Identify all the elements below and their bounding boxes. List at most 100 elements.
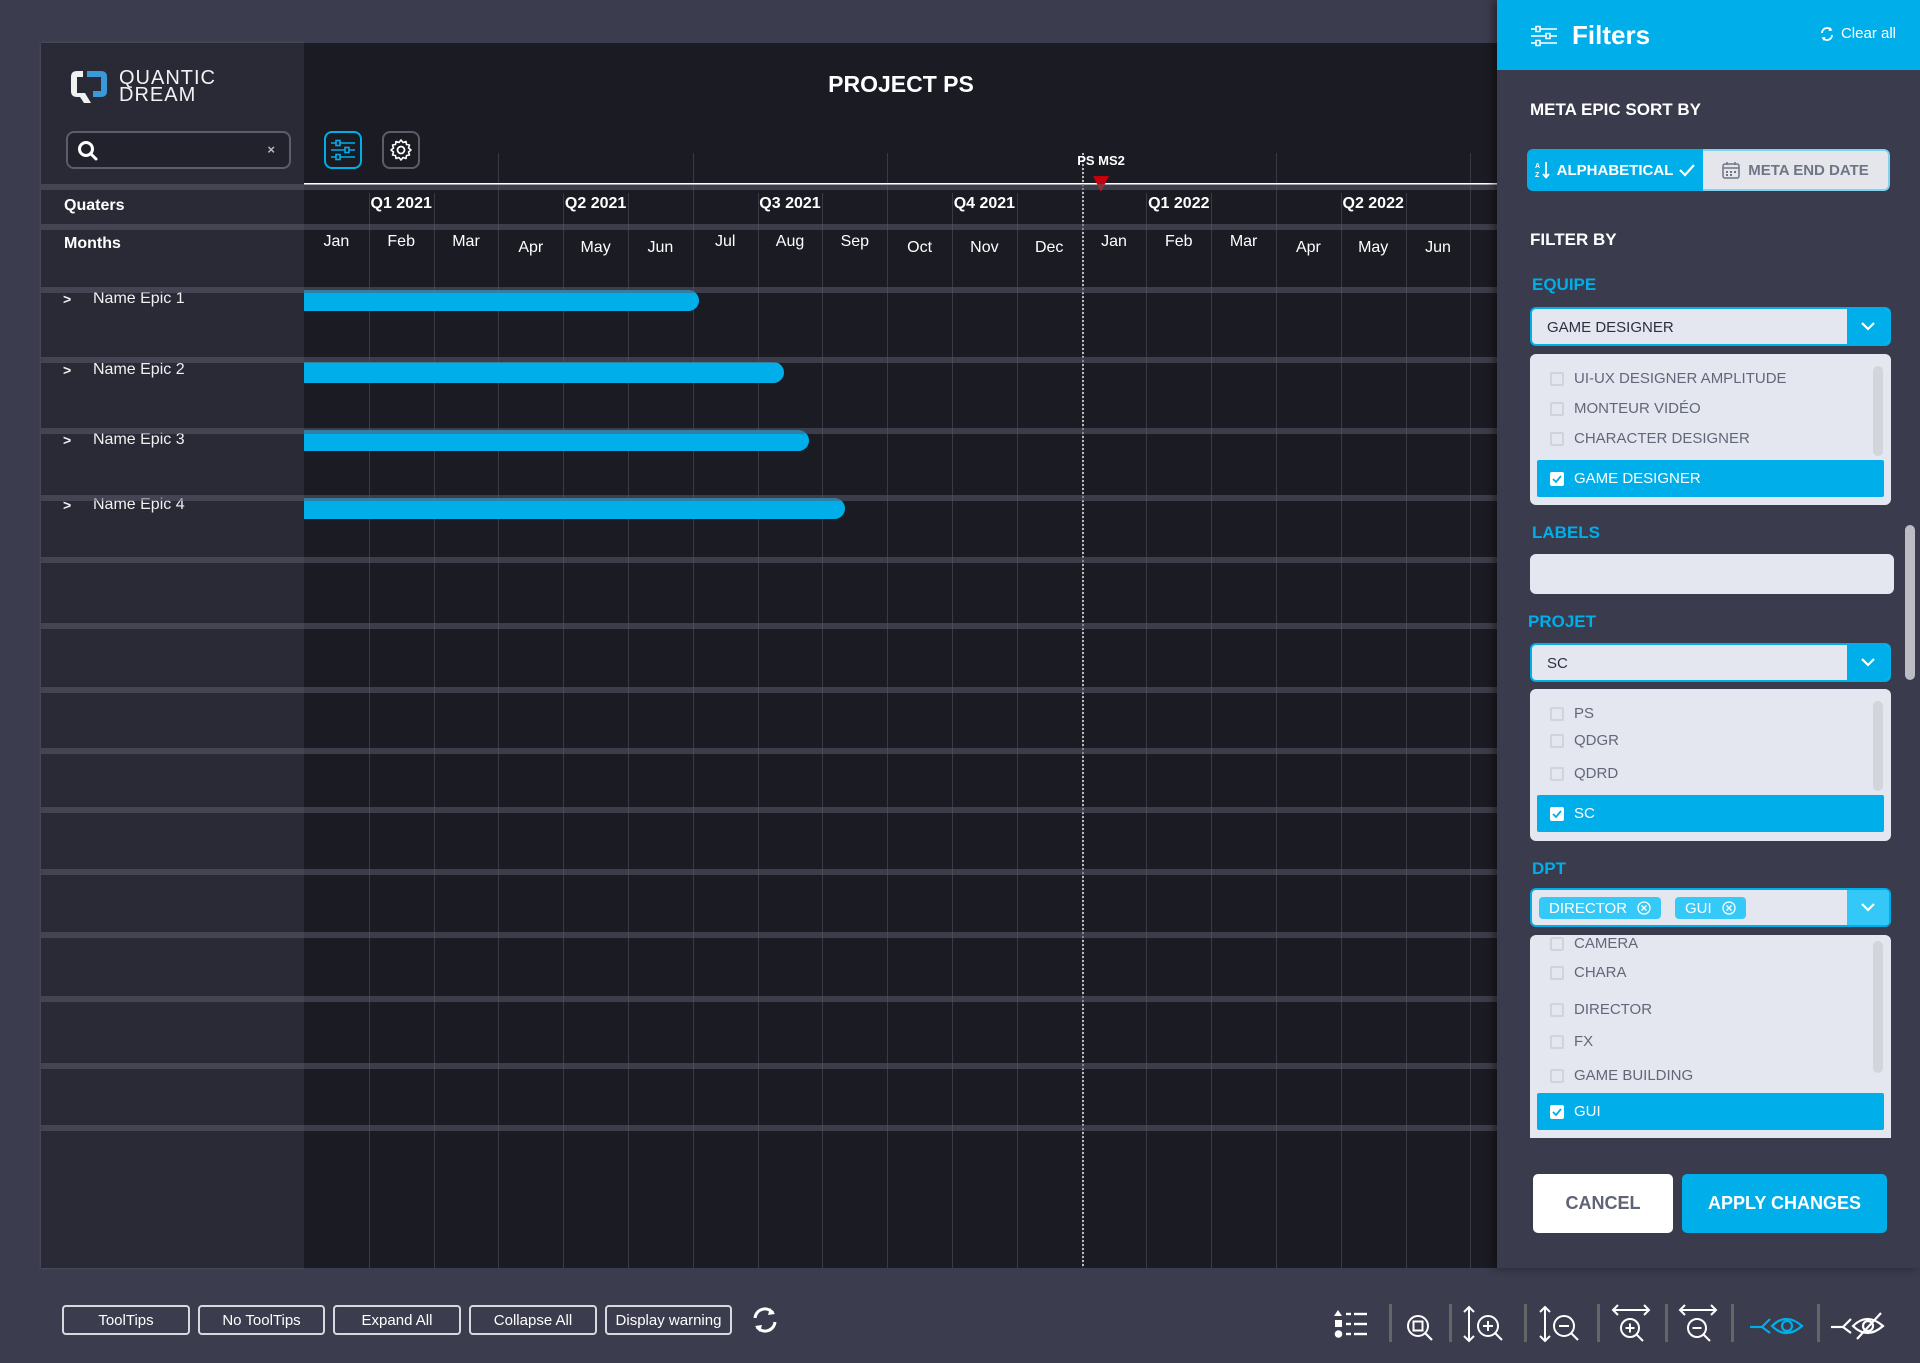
month-label: Mar [1229,233,1258,250]
legend-icon[interactable] [1333,1304,1369,1342]
quarter-label: Q2 2021 [564,195,627,212]
sort-by-heading: META EPIC SORT BY [1530,100,1701,119]
chevron-down-icon[interactable] [1847,645,1889,680]
zoom-out-horizontal-icon[interactable] [1677,1304,1719,1346]
row-separator [41,996,1498,1002]
quarter-label: Q4 2021 [953,195,1016,212]
options-scrollbar[interactable] [1873,366,1883,456]
checkbox[interactable] [1550,371,1564,386]
dpt-options-list: CAMERA CHARA DIRECTOR FX GAME BUILDING G… [1530,935,1891,1138]
checkbox[interactable] [1550,766,1564,781]
chevron-down-icon[interactable] [1847,309,1889,344]
equipe-option[interactable]: MONTEUR VIDÉO [1550,400,1701,417]
epic-bar[interactable] [304,498,846,519]
zoom-fit-icon[interactable] [1405,1304,1437,1342]
remove-chip-icon[interactable] [1637,901,1651,915]
svg-text:A: A [1535,163,1540,170]
sort-alphabetical-button[interactable]: AZ ALPHABETICAL [1527,149,1703,191]
projet-select[interactable]: SC [1530,643,1891,682]
no-tooltips-button[interactable]: No ToolTips [198,1305,325,1335]
quarter-label: Q1 2022 [1148,195,1210,212]
filter-toggle-button[interactable] [324,131,362,169]
toolbar-divider [1731,1304,1734,1342]
dpt-option[interactable]: CHARA [1550,964,1627,981]
equipe-option-selected[interactable]: GAME DESIGNER [1537,460,1884,497]
dpt-chip[interactable]: GUI [1675,897,1746,919]
row-separator [41,287,1498,293]
month-label: Apr [1295,239,1321,256]
dpt-multiselect[interactable]: DIRECTOR GUI [1530,888,1891,927]
checkbox-checked-icon[interactable] [1550,471,1564,486]
equipe-select[interactable]: GAME DESIGNER [1530,307,1891,346]
month-gridline [498,185,500,1268]
checkbox[interactable] [1550,733,1564,748]
settings-button[interactable] [382,131,420,169]
hide-icon[interactable] [1829,1308,1887,1340]
epic-bar[interactable] [304,290,700,311]
projet-option[interactable]: PS [1550,705,1594,722]
apply-changes-button[interactable]: APPLY CHANGES [1682,1174,1887,1233]
chevron-right-icon[interactable]: > [63,291,93,307]
checkbox[interactable] [1550,1068,1564,1083]
search-input[interactable]: × [66,131,291,169]
projet-label: PROJET [1528,612,1597,631]
chevron-right-icon[interactable]: > [63,432,93,448]
sort-meta-end-date-button[interactable]: META END DATE [1703,149,1890,191]
today-line [1081,153,1084,1268]
projet-option[interactable]: QDGR [1550,732,1619,749]
row-separator [41,623,1498,629]
dpt-option[interactable]: GAME BUILDING [1550,1067,1693,1084]
clear-search-icon[interactable]: × [267,142,275,157]
equipe-select-value: GAME DESIGNER [1547,319,1674,336]
equipe-option[interactable]: UI-UX DESIGNER AMPLITUDE [1550,370,1787,387]
equipe-label: EQUIPE [1532,275,1597,294]
checkbox[interactable] [1550,1002,1564,1017]
equipe-option[interactable]: CHARACTER DESIGNER [1550,430,1750,447]
month-gridline [1211,193,1213,1268]
zoom-in-horizontal-icon[interactable] [1610,1304,1652,1346]
epic-row[interactable]: > Name Epic 2 [41,361,304,379]
show-icon[interactable] [1748,1308,1806,1340]
dpt-chip[interactable]: DIRECTOR [1539,897,1662,919]
row-separator [41,557,1498,563]
dpt-option[interactable]: CAMERA [1550,935,1638,952]
options-scrollbar[interactable] [1873,941,1883,1073]
checkbox[interactable] [1550,401,1564,416]
expand-all-button[interactable]: Expand All [333,1305,461,1335]
row-separator [41,495,1498,501]
dpt-option[interactable]: DIRECTOR [1550,1001,1652,1018]
collapse-all-button[interactable]: Collapse All [469,1305,597,1335]
clear-all-button[interactable]: Clear all [1819,25,1896,42]
sliders-icon [331,139,355,161]
zoom-out-vertical-icon[interactable] [1538,1304,1584,1344]
checkbox[interactable] [1550,965,1564,980]
zoom-in-vertical-icon[interactable] [1462,1304,1508,1344]
sort-az-icon: AZ [1535,162,1550,179]
checkbox[interactable] [1550,431,1564,446]
quarter-label: Q2 2022 [1342,195,1404,212]
chevron-down-icon[interactable] [1847,890,1889,925]
remove-chip-icon[interactable] [1722,901,1736,915]
display-warning-button[interactable]: Display warning [605,1305,732,1335]
dpt-option-selected[interactable]: GUI [1537,1093,1884,1130]
sliders-icon [1531,25,1557,47]
month-gridline [368,193,370,1268]
options-scrollbar[interactable] [1873,701,1883,791]
tooltips-button[interactable]: ToolTips [62,1305,190,1335]
dpt-option[interactable]: FX [1550,1033,1593,1050]
labels-input[interactable] [1530,554,1894,594]
refresh-icon[interactable] [750,1304,780,1336]
projet-option-selected[interactable]: SC [1537,795,1884,832]
cancel-button[interactable]: CANCEL [1533,1174,1673,1233]
filters-scrollbar[interactable] [1905,525,1915,680]
projet-option[interactable]: QDRD [1550,765,1618,782]
checkbox[interactable] [1550,1034,1564,1049]
checkbox[interactable] [1550,706,1564,721]
checkbox-checked-icon[interactable] [1550,1104,1564,1119]
checkbox[interactable] [1550,936,1564,951]
month-label: Feb [387,233,415,250]
month-gridline [1276,185,1277,1268]
chevron-right-icon[interactable]: > [63,362,93,378]
epic-bar[interactable] [304,362,784,383]
checkbox-checked-icon[interactable] [1550,806,1564,821]
